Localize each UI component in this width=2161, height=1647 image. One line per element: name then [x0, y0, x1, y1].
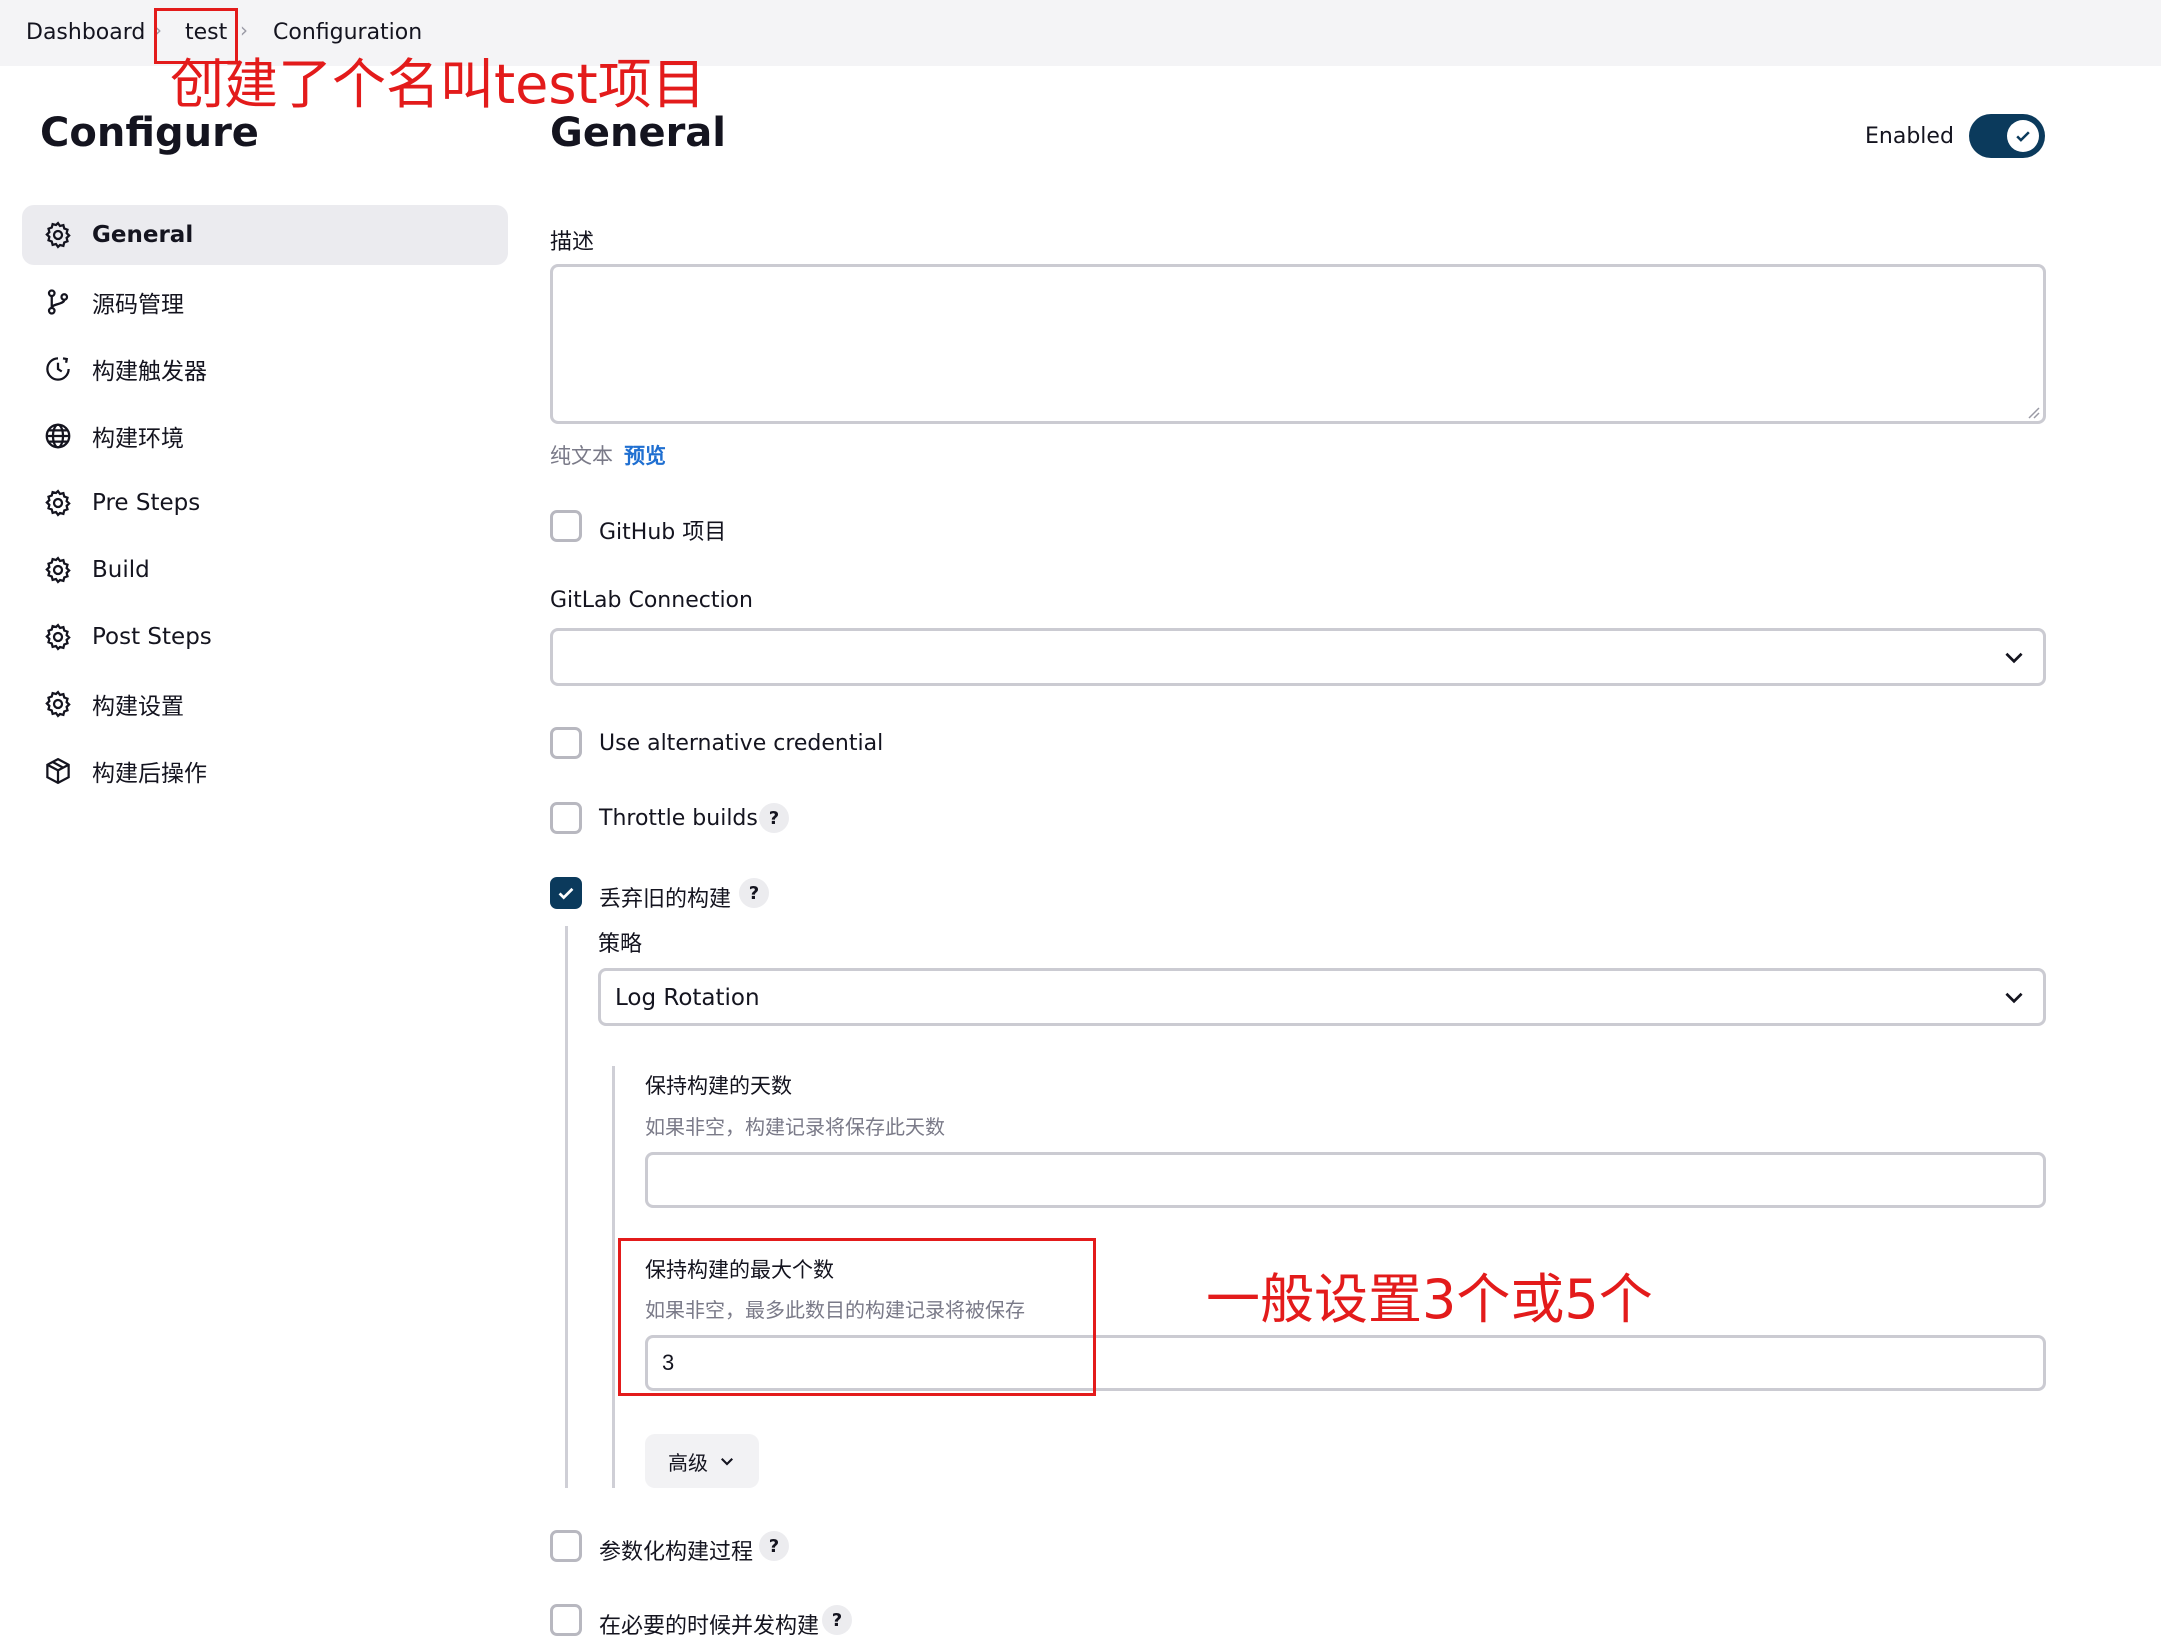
sidebar-item-label: 构建设置: [92, 694, 184, 720]
discard-old-builds-label: 丢弃旧的构建: [599, 887, 732, 912]
annotation-side-note: 一般设置3个或5个: [1206, 1268, 1653, 1331]
sidebar-item-build[interactable]: Build: [22, 540, 508, 600]
strategy-select[interactable]: Log Rotation: [598, 968, 2046, 1026]
clock-icon: [42, 353, 74, 385]
throttle-builds-label: Throttle builds: [599, 806, 758, 831]
days-to-keep-label: 保持构建的天数: [645, 1074, 792, 1098]
sidebar-item-label: 构建环境: [92, 426, 184, 452]
chevron-right-icon: ›: [240, 18, 248, 42]
concurrent-builds-label: 在必要的时候并发构建: [599, 1614, 820, 1639]
check-icon: [558, 887, 574, 900]
help-icon[interactable]: ?: [739, 878, 769, 908]
annotation-box-max-builds: [618, 1238, 1096, 1396]
chevron-down-icon: [2005, 652, 2023, 664]
sidebar-item-build-settings[interactable]: 构建设置: [22, 674, 508, 734]
description-textarea[interactable]: [550, 264, 2046, 424]
enabled-toggle[interactable]: [1969, 114, 2045, 158]
gear-icon: [42, 219, 74, 251]
page-title-configure: Configure: [40, 110, 259, 156]
gear-icon: [42, 621, 74, 653]
sidebar-item-post-steps[interactable]: Post Steps: [22, 607, 508, 667]
resize-handle-icon[interactable]: [2026, 404, 2040, 419]
github-project-checkbox[interactable]: [550, 510, 582, 542]
chevron-down-icon: [2005, 992, 2023, 1004]
help-icon[interactable]: ?: [759, 803, 789, 833]
check-icon: [2007, 120, 2039, 152]
alt-credential-checkbox[interactable]: [550, 727, 582, 759]
concurrent-builds-checkbox[interactable]: [550, 1604, 582, 1636]
sidebar-item-label: Pre Steps: [92, 490, 201, 516]
help-icon[interactable]: ?: [759, 1531, 789, 1561]
strategy-label: 策略: [598, 932, 643, 957]
gear-icon: [42, 554, 74, 586]
sidebar-item-label: 源码管理: [92, 292, 184, 318]
days-to-keep-input[interactable]: [645, 1152, 2046, 1208]
github-project-label: GitHub 项目: [599, 520, 727, 545]
parameterized-build-label: 参数化构建过程: [599, 1540, 754, 1565]
enabled-label: Enabled: [1865, 124, 1954, 149]
preview-link[interactable]: 预览: [624, 440, 666, 470]
sidebar-item-pre-steps[interactable]: Pre Steps: [22, 473, 508, 533]
format-plain-text: 纯文本: [550, 444, 613, 468]
days-to-keep-hint: 如果非空，构建记录将保存此天数: [645, 1115, 945, 1139]
gear-icon: [42, 688, 74, 720]
sidebar-item-build-environment[interactable]: 构建环境: [22, 406, 508, 466]
package-icon: [42, 755, 74, 787]
help-icon[interactable]: ?: [822, 1605, 852, 1635]
annotation-top-note: 创建了个名叫test项目: [170, 53, 706, 116]
section-title-general: General: [550, 110, 726, 156]
advanced-button[interactable]: 高级: [645, 1434, 759, 1488]
sidebar-item-label: Post Steps: [92, 624, 212, 650]
sidebar-item-post-build-actions[interactable]: 构建后操作: [22, 741, 508, 801]
section-divider: [612, 1066, 615, 1488]
gitlab-connection-label: GitLab Connection: [550, 588, 753, 613]
parameterized-build-checkbox[interactable]: [550, 1530, 582, 1562]
branch-icon: [42, 286, 74, 318]
gitlab-connection-select[interactable]: [550, 628, 2046, 686]
sidebar-item-label: Build: [92, 557, 150, 583]
sidebar-item-build-triggers[interactable]: 构建触发器: [22, 339, 508, 399]
chevron-down-icon: [721, 1458, 733, 1466]
strategy-value: Log Rotation: [615, 985, 760, 1011]
sidebar-item-general[interactable]: General: [22, 205, 508, 265]
discard-old-builds-checkbox[interactable]: [550, 877, 582, 909]
sidebar-item-label: General: [92, 222, 194, 248]
breadcrumb-dashboard[interactable]: Dashboard: [26, 20, 145, 45]
sidebar-item-source-control[interactable]: 源码管理: [22, 272, 508, 332]
alt-credential-label: Use alternative credential: [599, 731, 884, 756]
section-divider: [565, 926, 568, 1488]
globe-icon: [42, 420, 74, 452]
sidebar-item-label: 构建触发器: [92, 359, 207, 385]
advanced-label: 高级: [668, 1450, 708, 1475]
description-label: 描述: [550, 230, 595, 255]
sidebar-item-label: 构建后操作: [92, 761, 207, 787]
throttle-builds-checkbox[interactable]: [550, 802, 582, 834]
gear-icon: [42, 487, 74, 519]
